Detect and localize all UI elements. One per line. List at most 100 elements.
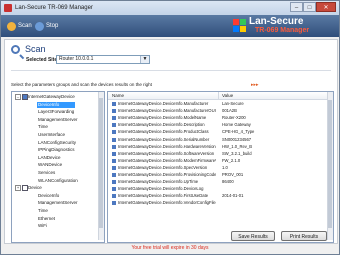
print-results-button[interactable]: Print Results [281, 231, 327, 241]
parameter-icon [112, 180, 116, 185]
list-row[interactable]: InternetGatewayDevice.DeviceInfo.DeviceL… [108, 186, 328, 192]
list-row[interactable]: InternetGatewayDevice.DeviceInfo.SpecVer… [108, 165, 328, 171]
brand-product: TR-069 Manager [255, 27, 310, 34]
maximize-button[interactable]: □ [303, 2, 316, 12]
parameters-tree[interactable]: – InternetGatewayDevice DeviceInfo Layer3Fo… [11, 91, 105, 243]
parameter-icon [112, 109, 116, 114]
window-title: Lan-Secure TR-069 Manager [15, 5, 93, 11]
save-results-button[interactable]: Save Results [231, 231, 275, 241]
parameter-icon [112, 130, 116, 135]
parameter-value: CPE-HG_4_Type [222, 129, 255, 135]
tree-item-label: WLANConfiguration [38, 177, 78, 183]
parameter-icon [112, 123, 116, 128]
parameter-name: InternetGatewayDevice.DeviceInfo.Provisi… [118, 172, 216, 177]
list-row[interactable]: InternetGatewayDevice.DeviceInfo.Softwar… [108, 151, 328, 157]
tree-item-label: DeviceInfo [38, 101, 60, 107]
site-select[interactable]: Router 10.0.0.1 ▼ [56, 55, 150, 64]
minimize-button[interactable]: – [290, 2, 303, 12]
parameter-name: InternetGatewayDevice.DeviceInfo.DeviceL… [118, 186, 204, 192]
parameter-name: InternetGatewayDevice.DeviceInfo.UpTime [118, 179, 199, 185]
name-column-header[interactable]: Name [112, 92, 124, 99]
list-row[interactable]: InternetGatewayDevice.DeviceInfo.UpTime 8… [108, 179, 328, 185]
tree-item-label: ManagementServer [38, 200, 78, 206]
parameter-name: InternetGatewayDevice.DeviceInfo.ModemFi… [118, 157, 216, 163]
parameter-value: Router-X200 [222, 115, 246, 121]
window-controls: – □ ✕ [290, 2, 336, 13]
close-button[interactable]: ✕ [316, 2, 336, 12]
tree-scrollbar-thumb[interactable] [99, 98, 103, 228]
tree-item-label: Time [38, 208, 48, 213]
tree-item-label: Layer3Forwarding [38, 109, 75, 115]
status-indicator: ▸▸▸ [251, 82, 259, 88]
parameter-icon [112, 194, 116, 199]
tree-item[interactable]: DeviceInfo [37, 101, 75, 108]
parameter-value: PROV_001 [222, 172, 244, 177]
divider [11, 70, 331, 71]
parameter-icon [112, 187, 116, 192]
tree-item-label: ManagementServer [38, 116, 78, 122]
parameter-value: 2014-01-01 [222, 193, 244, 199]
list-scrollbar[interactable] [327, 92, 333, 240]
parameter-name: InternetGatewayDevice.DeviceInfo.Manufac… [118, 101, 209, 106]
parameter-icon [112, 102, 116, 106]
list-row[interactable]: InternetGatewayDevice.DeviceInfo.FirstUs… [108, 193, 328, 199]
value-column-header[interactable]: Value [222, 92, 233, 99]
title-bar[interactable]: Lan-Secure TR-069 Manager – □ ✕ [1, 1, 339, 16]
parameter-name: InternetGatewayDevice.DeviceInfo.Product… [118, 129, 209, 135]
tree-item-label: UserInterface [38, 132, 66, 137]
parameter-icon [112, 158, 116, 163]
tree-scrollbar[interactable] [98, 92, 104, 240]
parameter-value: SN0001234567 [222, 136, 252, 142]
parameter-icon [112, 201, 116, 206]
tree-item-label: WANDevice [38, 162, 63, 168]
list-row[interactable]: InternetGatewayDevice.DeviceInfo.Manufac… [108, 101, 328, 107]
stop-toolbar-button[interactable]: Stop [35, 20, 58, 32]
tree-expander-icon[interactable]: – [15, 94, 21, 100]
tree-item-label: Ethernet [38, 215, 56, 221]
tree-expander-icon[interactable]: + [15, 185, 21, 192]
parameter-name: InternetGatewayDevice.DeviceInfo.ModelNa… [118, 115, 207, 121]
scan-panel: Scan Selected Site: Router 10.0.0.1 ▼ Se… [4, 39, 338, 244]
parameter-name: InternetGatewayDevice.DeviceInfo.Manufac… [118, 108, 216, 114]
selected-site-label: Selected Site: [26, 57, 59, 63]
list-scrollbar-thumb[interactable] [328, 100, 332, 228]
list-row[interactable]: InternetGatewayDevice.DeviceInfo.ModelNa… [108, 115, 328, 121]
parameter-value: 86400 [222, 179, 234, 185]
list-row[interactable]: InternetGatewayDevice.DeviceInfo.Provisi… [108, 172, 328, 178]
list-row[interactable]: InternetGatewayDevice.DeviceInfo.ModemFi… [108, 158, 328, 164]
stop-toolbar-label: Stop [46, 23, 59, 29]
parameter-icon [112, 137, 116, 142]
parameter-value: Lan-Secure [222, 101, 244, 106]
tree-item-label: Device [28, 185, 42, 191]
list-row[interactable]: InternetGatewayDevice.DeviceInfo.Manufac… [108, 108, 328, 114]
chevron-down-icon[interactable]: ▼ [140, 56, 149, 63]
list-row[interactable]: InternetGatewayDevice.DeviceInfo.VendorC… [108, 200, 328, 206]
parameter-name: InternetGatewayDevice.DeviceInfo.Softwar… [118, 150, 215, 156]
list-row[interactable]: InternetGatewayDevice.DeviceInfo.Product… [108, 129, 328, 135]
column-divider[interactable] [218, 92, 219, 99]
tree-item-label: Time [38, 124, 48, 130]
instructions-text: Select the parameters groups and scan th… [11, 82, 152, 87]
tree-item-label: LANConfigSecurity [38, 139, 77, 145]
parameter-icon [112, 165, 116, 170]
scan-toolbar-icon [7, 21, 16, 31]
lan-secure-logo-icon [233, 19, 246, 32]
parameter-name: InternetGatewayDevice.DeviceInfo.SerialN… [118, 136, 210, 142]
magnifier-icon [11, 45, 20, 54]
tree-item-label: IPPingDiagnostics [38, 147, 75, 153]
brand-name: Lan-Secure [249, 16, 304, 27]
parameter-name: InternetGatewayDevice.DeviceInfo.FirstUs… [118, 193, 209, 199]
list-row[interactable]: InternetGatewayDevice.DeviceInfo.SerialN… [108, 137, 328, 143]
trial-notice: Your free trial will expire in 30 days [131, 245, 209, 251]
parameter-value: 001A2B [222, 108, 237, 114]
list-row[interactable]: InternetGatewayDevice.DeviceInfo.Hardwar… [108, 144, 328, 150]
toolbar: Scan Stop Lan-Secure TR-069 Manager [1, 15, 339, 37]
tree-item-label: Services [38, 170, 56, 175]
parameter-name: InternetGatewayDevice.DeviceInfo.VendorC… [118, 200, 216, 206]
scan-toolbar-button[interactable]: Scan [7, 20, 32, 32]
tree-item-label: WiFi [38, 223, 47, 229]
parameter-icon [112, 173, 116, 177]
parameter-value: HW_1.0_Rev_B [222, 143, 253, 149]
results-list[interactable]: Name Value InternetGatewayDevice.DeviceI… [107, 91, 334, 243]
list-row[interactable]: InternetGatewayDevice.DeviceInfo.Descrip… [108, 122, 328, 128]
